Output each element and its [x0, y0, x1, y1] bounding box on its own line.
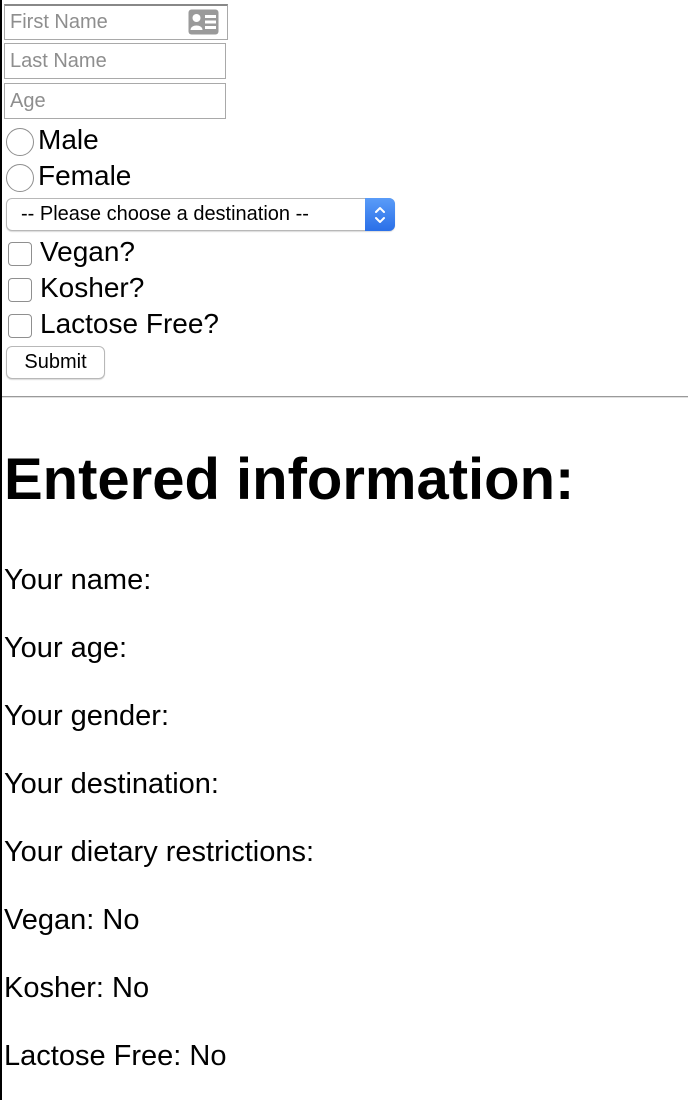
lactose-free-label: Lactose Free?	[40, 308, 219, 339]
results-heading: Entered information:	[4, 447, 575, 512]
vegan-readout: Vegan: No	[4, 904, 140, 936]
kosher-option[interactable]: Kosher?	[6, 271, 144, 305]
male-radio[interactable]	[6, 128, 34, 156]
age-input[interactable]	[4, 83, 226, 119]
divider	[2, 396, 688, 398]
kosher-checkbox[interactable]	[8, 278, 32, 302]
gender-readout: Your gender:	[4, 700, 170, 732]
name-readout: Your name:	[4, 564, 152, 596]
gender-female-option[interactable]: Female	[6, 159, 131, 193]
last-name-input[interactable]	[4, 43, 226, 79]
dietary-restrictions-readout: Your dietary restrictions:	[4, 836, 315, 868]
kosher-readout: Kosher: No	[4, 972, 150, 1004]
contact-card-icon[interactable]	[188, 9, 219, 35]
vegan-option[interactable]: Vegan?	[6, 235, 135, 269]
gender-male-option[interactable]: Male	[6, 123, 99, 157]
lactose-free-readout: Lactose Free: No	[4, 1040, 227, 1072]
kosher-label: Kosher?	[40, 272, 145, 303]
female-label: Female	[38, 160, 132, 191]
destination-select[interactable]: -- Please choose a destination --	[6, 198, 395, 231]
lactose-free-option[interactable]: Lactose Free?	[6, 307, 219, 341]
lactose-free-checkbox[interactable]	[8, 314, 32, 338]
female-radio[interactable]	[6, 164, 34, 192]
male-label: Male	[38, 124, 99, 155]
destination-selected-value: -- Please choose a destination --	[21, 203, 309, 225]
submit-button[interactable]: Submit	[6, 346, 105, 379]
vegan-label: Vegan?	[40, 236, 135, 267]
age-readout: Your age:	[4, 632, 128, 664]
select-chevrons-icon[interactable]	[365, 198, 395, 231]
page: Male Female -- Please choose a destinati…	[0, 0, 688, 1100]
vegan-checkbox[interactable]	[8, 242, 32, 266]
destination-readout: Your destination:	[4, 768, 219, 800]
